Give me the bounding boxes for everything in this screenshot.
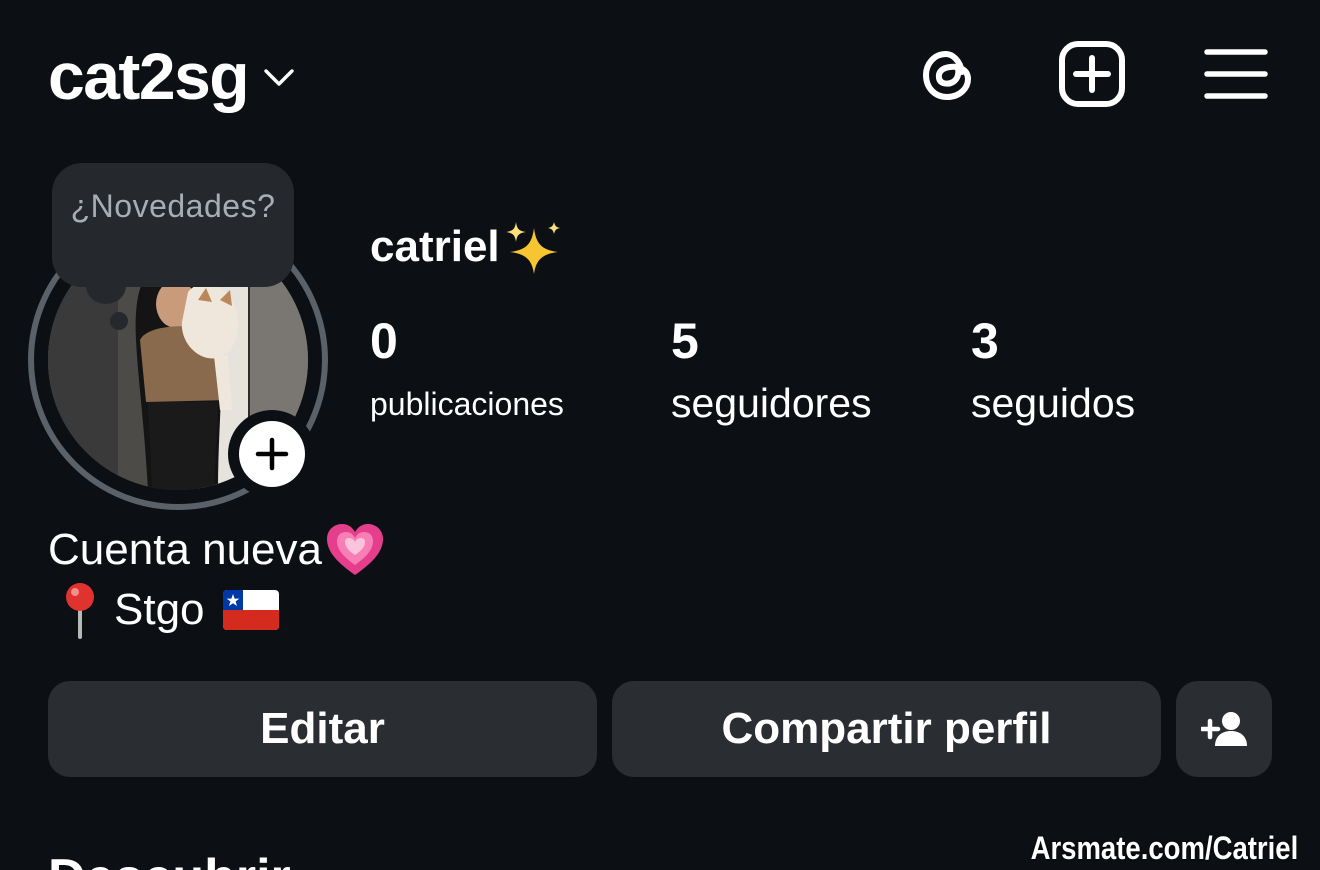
discover-people-heading: Descubrir [48,848,291,870]
bio-line-2: Stgo [48,580,386,640]
create-post-icon[interactable] [1058,40,1126,108]
posts-count: 0 [370,313,398,369]
stat-followers[interactable]: 5 seguidores [671,312,872,428]
menu-icon[interactable] [1204,46,1268,102]
note-bubble-tail-small [110,312,128,330]
posts-label: publicaciones [370,386,564,422]
chevron-down-icon [264,69,294,86]
pushpin-icon [66,583,94,639]
bio-line-1: Cuenta nueva [48,520,386,580]
threads-icon[interactable] [916,42,980,108]
stat-posts[interactable]: 0 publicaciones [370,312,564,424]
stat-following[interactable]: 3 seguidos [971,312,1135,428]
growing-heart-icon [327,524,383,575]
add-story-button[interactable] [228,410,316,498]
profile-display-name: catriel [370,220,562,274]
add-person-icon [1201,712,1247,746]
note-bubble[interactable]: ¿Novedades? [52,163,294,287]
following-label: seguidos [971,380,1136,426]
bio-text-1: Cuenta nueva [48,525,322,574]
following-count: 3 [971,313,999,369]
followers-count: 5 [671,313,699,369]
chile-flag-icon [222,590,279,630]
discover-people-button[interactable] [1176,681,1272,777]
profile-page: cat2sg ¿Novedades? catriel 0 publicacion… [0,0,1320,870]
edit-profile-button[interactable]: Editar [48,681,597,777]
bio-text-2: Stgo [114,585,205,634]
header-username: cat2sg [48,39,250,113]
watermark-text: Arsmate.com/Catriel [1030,830,1298,866]
plus-icon [255,437,289,471]
share-profile-button[interactable]: Compartir perfil [612,681,1161,777]
note-placeholder: ¿Novedades? [70,188,276,224]
profile-bio: Cuenta nueva Stgo [48,520,386,640]
edit-profile-label: Editar [260,704,385,753]
sparkles-icon [505,222,560,274]
share-profile-label: Compartir perfil [721,704,1052,753]
display-name-text: catriel [370,222,500,271]
followers-label: seguidores [671,380,872,426]
account-switcher[interactable]: cat2sg [48,38,296,114]
